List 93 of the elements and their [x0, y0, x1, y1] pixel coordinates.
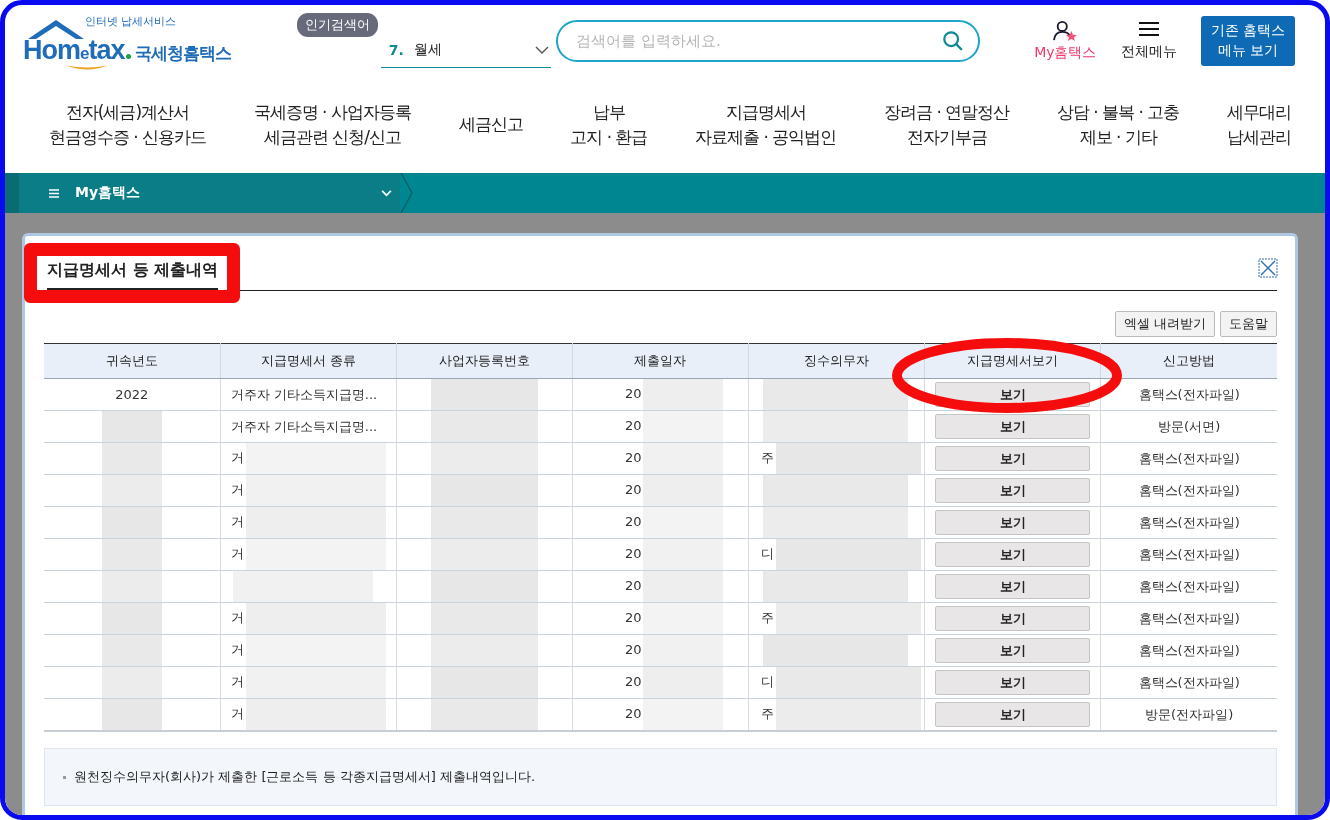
close-icon[interactable]: [1258, 258, 1278, 278]
view-button[interactable]: 보기: [935, 702, 1091, 727]
view-button[interactable]: 보기: [935, 478, 1091, 503]
column-header: 지급명세서 종류: [220, 343, 397, 379]
logo-tagline: 인터넷 납세서비스: [85, 15, 177, 29]
table-cell: 거: [230, 610, 244, 625]
table-cell: 거: [230, 642, 244, 657]
redaction-blur: [101, 603, 162, 634]
nav-menu-item[interactable]: 장려금 · 연말정산 전자기부금: [884, 99, 1010, 151]
view-button[interactable]: 보기: [935, 606, 1091, 631]
table-cell: 20: [624, 546, 642, 561]
nav-menu-item[interactable]: 지급명세서 자료제출 · 공익법인: [695, 99, 837, 151]
nav-menu-item[interactable]: 세무대리 납세관리: [1227, 99, 1292, 151]
column-header: 신고방법: [1100, 343, 1277, 379]
redaction-blur: [101, 539, 162, 570]
chevron-down-icon[interactable]: [534, 46, 549, 54]
view-button[interactable]: 보기: [935, 510, 1091, 535]
view-button[interactable]: 보기: [935, 638, 1091, 663]
table-cell: 2022: [115, 387, 149, 402]
view-button[interactable]: 보기: [935, 574, 1091, 599]
toolbar-button[interactable]: 엑셀 내려받기: [1114, 311, 1215, 337]
table-cell: 20: [624, 578, 642, 593]
hometax-logo[interactable]: 인터넷 납세서비스 Hometax 국세청홈택스: [23, 11, 267, 71]
breadcrumb-separator-icon: [400, 173, 414, 213]
table-cell: 홈택스(전자파일): [1138, 642, 1240, 658]
table-cell: 거주자 기타소득지급명...: [230, 418, 378, 434]
column-header: 제출일자: [572, 343, 749, 379]
table-cell: 거주자 기타소득지급명...: [230, 386, 378, 402]
info-text: 원천징수의무자(회사)가 제출한 [근로소득 등 각종지급명세서] 제출내역입니다.: [74, 768, 536, 786]
table-cell: 20: [624, 418, 642, 433]
view-button[interactable]: 보기: [935, 670, 1091, 695]
table-cell: 거: [230, 482, 244, 497]
table-cell: 20: [624, 706, 642, 721]
page-title: 지급명세서 등 제출내역: [47, 260, 219, 290]
column-header: 징수의무자: [748, 343, 925, 379]
table-cell: 20: [624, 482, 642, 497]
redaction-blur: [101, 667, 162, 698]
table-cell: 디: [761, 546, 775, 561]
all-menu-button[interactable]: 전체메뉴: [1120, 21, 1177, 61]
legacy-menu-button[interactable]: 기존 홈택스 메뉴 보기: [1200, 16, 1295, 66]
toolbar-button[interactable]: 도움말: [1220, 311, 1277, 337]
redaction-blur: [101, 635, 162, 666]
redaction-blur: [101, 411, 162, 442]
table-cell: 방문(전자파일): [1145, 706, 1234, 722]
table-cell: 홈택스(전자파일): [1138, 514, 1240, 530]
menu-icon[interactable]: [1137, 21, 1160, 37]
logo-wordmark: Hometax: [23, 35, 125, 66]
nav-menu-item[interactable]: 국세증명 · 사업자등록 세금관련 신청/신고: [253, 99, 411, 151]
table-cell: 20: [624, 386, 642, 401]
redaction-blur: [101, 699, 162, 730]
table-cell: 주: [761, 610, 775, 625]
table-cell: 홈택스(전자파일): [1138, 674, 1240, 690]
table-cell: 20: [624, 642, 642, 657]
table-cell: 디: [761, 674, 775, 689]
nav-menu-item[interactable]: 납부 고지 · 환급: [570, 99, 648, 151]
table-cell: 홈택스(전자파일): [1138, 546, 1240, 562]
table-cell: 방문(서면): [1158, 418, 1221, 434]
redaction-blur: [101, 507, 162, 538]
popular-search-badge: 인기검색어: [296, 13, 378, 37]
my-hometax-link[interactable]: My홈택스: [1034, 20, 1097, 62]
table-cell: 홈택스(전자파일): [1138, 482, 1240, 498]
table-cell: 홈택스(전자파일): [1138, 450, 1240, 466]
table-cell: 거: [230, 450, 244, 465]
popular-search-dropdown[interactable]: 7. 월세: [380, 33, 551, 68]
view-button[interactable]: 보기: [935, 446, 1091, 471]
logo-agency-name: 국세청홈택스: [134, 42, 231, 65]
view-button[interactable]: 보기: [935, 542, 1091, 567]
search-field[interactable]: 검색어를 입력하세요.: [556, 20, 981, 62]
table-cell: 20: [624, 514, 642, 529]
nav-menu-item[interactable]: 상담 · 불복 · 고충 제보 · 기타: [1056, 99, 1180, 151]
table-cell: 20: [624, 610, 642, 625]
logo-dot-icon: [125, 54, 131, 59]
table-cell: 홈택스(전자파일): [1138, 610, 1240, 626]
nav-menu-item[interactable]: 전자(세금)계산서 현금영수증 · 신용카드: [48, 99, 207, 151]
column-header: 사업자등록번호: [396, 343, 573, 379]
view-button[interactable]: 보기: [935, 414, 1091, 439]
table-cell: 20: [624, 450, 642, 465]
table-cell: 주: [761, 450, 775, 465]
table-cell: 거: [230, 674, 244, 689]
table-cell: 주: [761, 706, 775, 721]
redaction-blur: [101, 475, 162, 506]
search-icon[interactable]: [942, 30, 965, 52]
column-header: 귀속년도: [44, 343, 221, 379]
table-cell: 거: [230, 514, 244, 529]
table-cell: 홈택스(전자파일): [1138, 386, 1240, 402]
redaction-blur: [101, 571, 162, 602]
nav-menu-item[interactable]: 세금신고: [458, 112, 523, 138]
table-cell: 20: [624, 674, 642, 689]
redaction-blur: [101, 443, 162, 474]
table-cell: 거: [230, 706, 244, 721]
table-cell: 홈택스(전자파일): [1138, 578, 1240, 594]
user-star-icon[interactable]: [1052, 20, 1079, 42]
table-cell: 거: [230, 546, 244, 561]
